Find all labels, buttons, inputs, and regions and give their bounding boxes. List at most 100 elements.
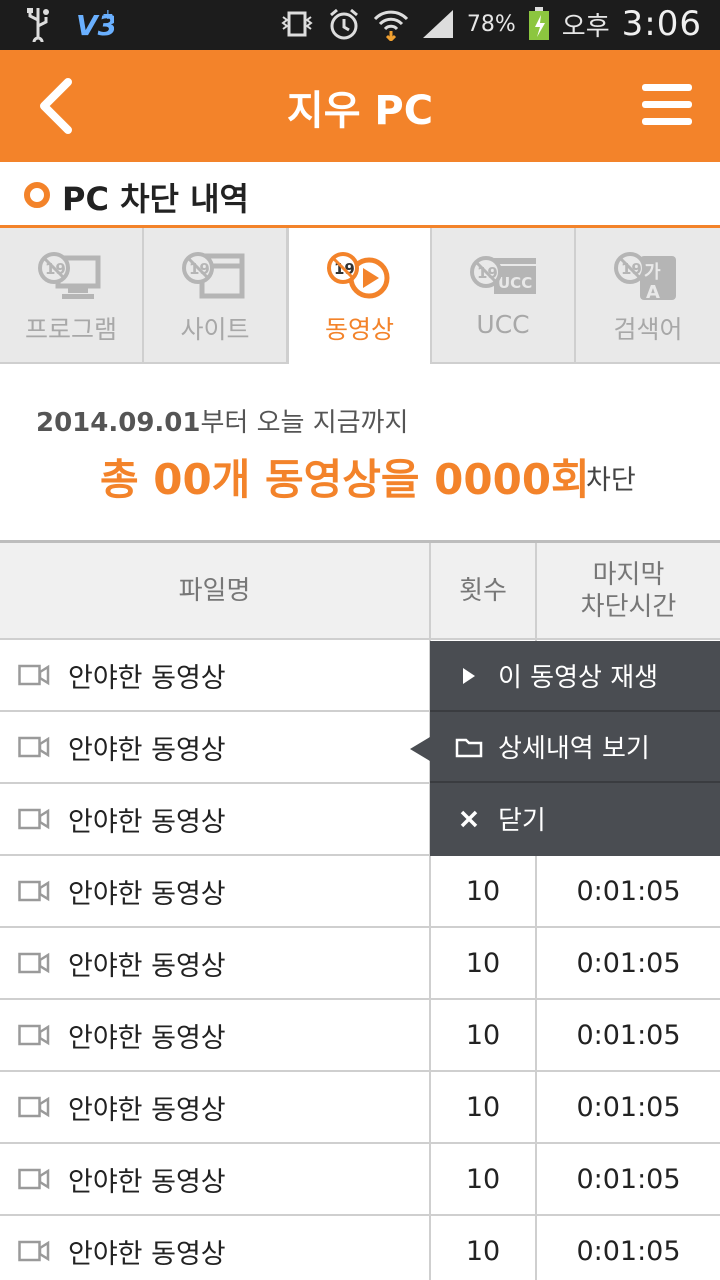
menu-item-close[interactable]: 닫기	[430, 783, 720, 854]
usb-icon	[27, 8, 49, 42]
cell-filename: 안야한 동영상	[0, 1072, 429, 1142]
status-time: 3:06	[621, 4, 702, 44]
alarm-icon	[329, 8, 358, 40]
blocked-label: 차단	[586, 465, 636, 496]
tab-label: 사이트	[180, 315, 250, 344]
folder-icon	[454, 736, 484, 758]
battery-percent: 78%	[466, 11, 516, 37]
cell-count: 10	[429, 928, 535, 998]
tab-ucc[interactable]: UCC 19 UCC	[432, 228, 576, 364]
video-camera-icon	[18, 808, 50, 830]
cell-last-time: 0:01:05	[535, 1144, 720, 1214]
status-ampm: 오후	[561, 11, 610, 42]
cell-filename: 안야한 동영상	[0, 640, 429, 710]
cell-filename: 안야한 동영상	[0, 1144, 429, 1214]
cell-last-time: 0:01:05	[535, 856, 720, 926]
tab-label: 동영상	[324, 315, 394, 344]
table-header: 파일명 횟수 마지막 차단시간	[0, 540, 720, 640]
svg-text:A: A	[646, 282, 660, 303]
tab-site[interactable]: 19 사이트	[144, 228, 288, 364]
cell-filename: 안야한 동영상	[0, 1216, 429, 1280]
signal-icon	[422, 10, 453, 38]
filename-text: 안야한 동영상	[68, 878, 226, 910]
column-header-last-blocked-line2: 차단시간	[580, 591, 677, 622]
table-row[interactable]: 안야한 동영상 100:01:05	[0, 1000, 720, 1072]
search-word-19-icon: 가 A 19	[614, 252, 676, 303]
video-camera-icon	[18, 1024, 50, 1046]
table-row[interactable]: 안야한 동영상 100:01:05	[0, 1216, 720, 1280]
section-heading: PC 차단 내역	[0, 162, 720, 228]
page-title: 지우 PC	[286, 88, 434, 134]
menu-item-label: 이 동영상 재생	[498, 663, 659, 693]
site-19-icon: 19	[182, 252, 245, 299]
cell-filename: 안야한 동영상	[0, 712, 429, 782]
block-summary: 2014.09.01부터 오늘 지금까지 총 00개 동영상을 0000회 차단	[0, 364, 720, 540]
app-header: 지우 PC	[0, 50, 720, 162]
filename-text: 안야한 동영상	[68, 1166, 226, 1198]
since-date: 2014.09.01	[36, 408, 201, 438]
popup-pointer	[410, 737, 430, 761]
video-camera-icon	[18, 664, 50, 686]
svg-text:UCC: UCC	[498, 274, 532, 292]
bullet-circle-icon	[24, 182, 50, 208]
cell-last-time: 0:01:05	[535, 1216, 720, 1280]
tab-program[interactable]: 19 프로그램	[0, 228, 144, 364]
tab-label: 검색어	[613, 315, 683, 344]
cell-filename: 안야한 동영상	[0, 1000, 429, 1070]
cell-last-time: 0:01:05	[535, 1072, 720, 1142]
section-title: PC 차단 내역	[62, 180, 249, 218]
battery-charging-icon	[528, 7, 549, 40]
total-block-count: 총 00개 동영상을 0000회	[100, 455, 590, 504]
column-header-filename[interactable]: 파일명	[0, 543, 429, 638]
svg-text:가: 가	[644, 262, 661, 283]
cell-count: 10	[429, 1216, 535, 1280]
cell-count: 10	[429, 1000, 535, 1070]
filename-text: 안야한 동영상	[68, 950, 226, 982]
tab-video[interactable]: 19 동영상	[288, 228, 432, 364]
tab-search-word[interactable]: 가 A 19 검색어	[576, 228, 720, 364]
v3-shield-icon: V3 +	[76, 7, 114, 41]
filename-text: 안야한 동영상	[68, 662, 226, 694]
cell-count: 10	[429, 1072, 535, 1142]
video-camera-icon	[18, 1240, 50, 1262]
filename-text: 안야한 동영상	[68, 1238, 226, 1270]
close-icon	[454, 810, 484, 828]
status-bar: V3 + 78% 오후 3:06	[0, 0, 720, 50]
video-camera-icon	[18, 1168, 50, 1190]
program-19-icon: 19	[38, 252, 101, 299]
cell-last-time: 0:01:05	[535, 928, 720, 998]
column-header-last-blocked-line1: 마지막	[592, 559, 665, 590]
video-camera-icon	[18, 952, 50, 974]
since-text: 2014.09.01부터 오늘 지금까지	[36, 402, 408, 439]
hamburger-menu-icon[interactable]	[642, 84, 692, 126]
filename-text: 안야한 동영상	[68, 1022, 226, 1054]
ucc-19-icon: UCC 19	[470, 256, 536, 294]
table-row[interactable]: 안야한 동영상 100:01:05	[0, 1072, 720, 1144]
svg-text:+: +	[102, 7, 114, 23]
video-camera-icon	[18, 1096, 50, 1118]
video-camera-icon	[18, 736, 50, 758]
since-suffix: 부터 오늘 지금까지	[200, 408, 409, 438]
play-icon	[454, 666, 484, 686]
menu-item-details[interactable]: 상세내역 보기	[430, 712, 720, 783]
column-header-count[interactable]: 횟수	[429, 543, 535, 638]
video-camera-icon	[18, 880, 50, 902]
table-row[interactable]: 안야한 동영상 100:01:05	[0, 928, 720, 1000]
column-header-last-blocked[interactable]: 마지막 차단시간	[535, 543, 720, 638]
table-row[interactable]: 안야한 동영상 100:01:05	[0, 856, 720, 928]
filename-text: 안야한 동영상	[68, 1094, 226, 1126]
cell-filename: 안야한 동영상	[0, 928, 429, 998]
cell-count: 10	[429, 1144, 535, 1214]
menu-item-label: 닫기	[498, 806, 546, 836]
menu-item-label: 상세내역 보기	[498, 734, 650, 764]
cell-filename: 안야한 동영상	[0, 856, 429, 926]
video-19-icon: 19	[327, 252, 390, 299]
category-tabs: 19 프로그램 19 사이트 19 동영상 UCC 19	[0, 228, 720, 364]
menu-item-play[interactable]: 이 동영상 재생	[430, 641, 720, 712]
vibrate-icon	[281, 11, 313, 37]
tab-label: UCC	[476, 310, 530, 339]
filename-text: 안야한 동영상	[68, 734, 226, 766]
table-row[interactable]: 안야한 동영상 100:01:05	[0, 1144, 720, 1216]
cell-filename: 안야한 동영상	[0, 784, 429, 854]
tab-label: 프로그램	[24, 315, 117, 344]
